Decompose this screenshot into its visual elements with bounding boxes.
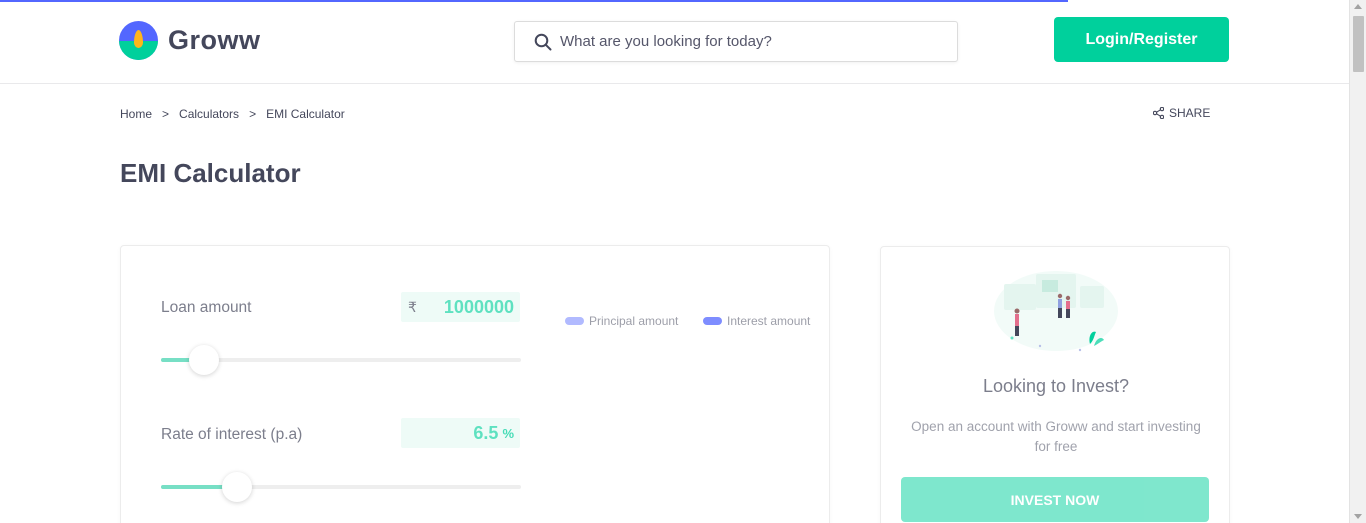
top-header: Groww Login/Register	[0, 0, 1349, 84]
invest-title: Looking to Invest?	[982, 376, 1130, 396]
loan-amount-value: 1000000	[443, 296, 514, 317]
share-label: SHARE	[1169, 106, 1211, 120]
legend-interest-label: Interest amount	[727, 314, 811, 328]
interest-rate-input[interactable]: 6.5 %	[401, 418, 520, 448]
search-input[interactable]	[560, 33, 940, 50]
page: Groww Login/Register Home > Calculators …	[0, 0, 1366, 523]
breadcrumb-home[interactable]: Home	[120, 107, 152, 121]
scroll-down-icon[interactable]	[1354, 514, 1362, 519]
groww-logo[interactable]: Groww	[119, 21, 261, 60]
rupee-symbol: ₹	[408, 299, 417, 315]
breadcrumb-calculators[interactable]: Calculators	[179, 107, 239, 121]
breadcrumb-separator: >	[249, 107, 257, 121]
page-title: EMI Calculator	[120, 158, 301, 188]
legend-principal-label: Principal amount	[589, 314, 679, 328]
scroll-up-icon[interactable]	[1354, 4, 1362, 9]
share-button[interactable]: SHARE	[1153, 106, 1210, 120]
legend-interest: Interest amount	[703, 314, 810, 328]
login-register-button[interactable]: Login/Register	[1054, 17, 1229, 62]
emi-calculator-card: Loan amount ₹ 1000000 Rate of interest (…	[120, 245, 830, 523]
interest-rate-label: Rate of interest (p.a)	[161, 426, 303, 443]
search-icon	[534, 33, 552, 50]
breadcrumb-current: EMI Calculator	[266, 107, 345, 121]
share-icon	[1153, 107, 1164, 119]
search-bar[interactable]	[514, 21, 958, 62]
logo-text: Groww	[168, 25, 261, 55]
vertical-scrollbar[interactable]	[1349, 0, 1366, 523]
invest-promo-card: Looking to Invest? Open an account with …	[880, 246, 1230, 523]
groww-logo-icon	[119, 21, 158, 60]
loan-amount-slider[interactable]	[161, 345, 521, 375]
loan-amount-slider-handle[interactable]	[189, 345, 220, 375]
invest-now-button[interactable]: INVEST NOW	[901, 477, 1209, 522]
interest-swatch	[703, 317, 722, 325]
people-investing-illustration	[994, 271, 1118, 352]
loan-amount-label: Loan amount	[161, 299, 252, 316]
percent-unit: %	[502, 425, 514, 441]
interest-rate-slider[interactable]	[161, 472, 521, 502]
interest-rate-value: 6.5	[473, 422, 499, 443]
breadcrumb: Home > Calculators > EMI Calculator	[120, 107, 345, 121]
loan-amount-input[interactable]: ₹ 1000000	[401, 292, 520, 322]
invest-description: Open an account with Groww and start inv…	[911, 419, 1201, 454]
interest-rate-slider-handle[interactable]	[221, 472, 252, 502]
breadcrumb-separator: >	[162, 107, 170, 121]
legend-principal: Principal amount	[565, 314, 678, 328]
principal-swatch	[565, 317, 584, 325]
scrollbar-thumb[interactable]	[1353, 16, 1364, 72]
